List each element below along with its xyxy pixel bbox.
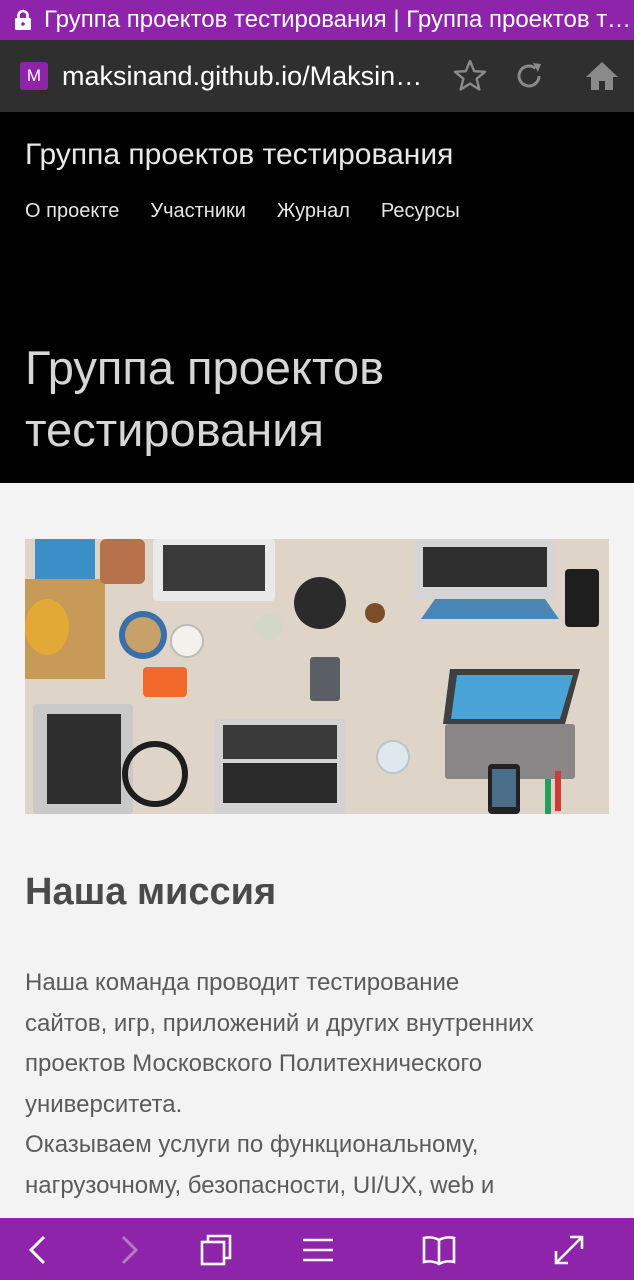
mission-line: нагрузочному, безопасности, UI/UX, web и — [25, 1171, 495, 1199]
site-name-link[interactable]: Группа проектов тестирования — [25, 138, 453, 172]
site-nav: О проекте Участники Журнал Ресурсы — [25, 200, 460, 223]
nav-link-about[interactable]: О проекте — [25, 200, 119, 223]
browser-bottom-bar — [0, 1218, 634, 1280]
mission-line: Наша команда проводит тестирование — [25, 969, 460, 996]
site-header: Группа проектов тестирования О проекте У… — [0, 112, 634, 483]
forward-icon[interactable] — [111, 1233, 145, 1267]
tab-title: Группа проектов тестирования | Группа пр… — [44, 6, 634, 33]
bookmarks-icon[interactable] — [422, 1233, 456, 1267]
browser-window: Группа проектов тестирования | Группа пр… — [0, 0, 634, 1280]
back-icon[interactable] — [22, 1233, 56, 1267]
hero-title: Группа проектов тестирования — [25, 341, 385, 456]
fullscreen-icon[interactable] — [552, 1233, 586, 1267]
lock-icon — [15, 9, 31, 30]
url-field[interactable]: maksinand.github.io/MaksinAndrey — [62, 61, 434, 92]
mission-line: университета. — [25, 1090, 183, 1118]
home-icon[interactable] — [584, 58, 620, 94]
reload-icon[interactable] — [511, 58, 547, 94]
address-bar[interactable]: M maksinand.github.io/MaksinAndrey — [0, 40, 634, 112]
star-icon[interactable] — [452, 58, 488, 94]
tabs-icon[interactable] — [199, 1233, 233, 1267]
nav-link-resources[interactable]: Ресурсы — [381, 200, 460, 223]
team-workspace-image — [25, 539, 609, 814]
mission-line: Оказываем услуги по функциональному, — [25, 1131, 479, 1158]
mission-line: проектов Московского Политехнического — [25, 1050, 483, 1077]
tab-title-bar: Группа проектов тестирования | Группа пр… — [0, 0, 634, 40]
site-favicon: M — [20, 62, 48, 90]
menu-icon[interactable] — [301, 1233, 335, 1267]
mission-paragraph: Наша команда проводит тестирование сайто… — [25, 963, 615, 1206]
nav-link-members[interactable]: Участники — [150, 200, 246, 223]
mission-line: сайтов, игр, приложений и других внутрен… — [25, 1009, 534, 1037]
mission-heading: Наша миссия — [25, 871, 277, 913]
nav-link-journal[interactable]: Журнал — [277, 200, 350, 223]
main-content: Наша миссия Наша команда проводит тестир… — [0, 483, 634, 1218]
